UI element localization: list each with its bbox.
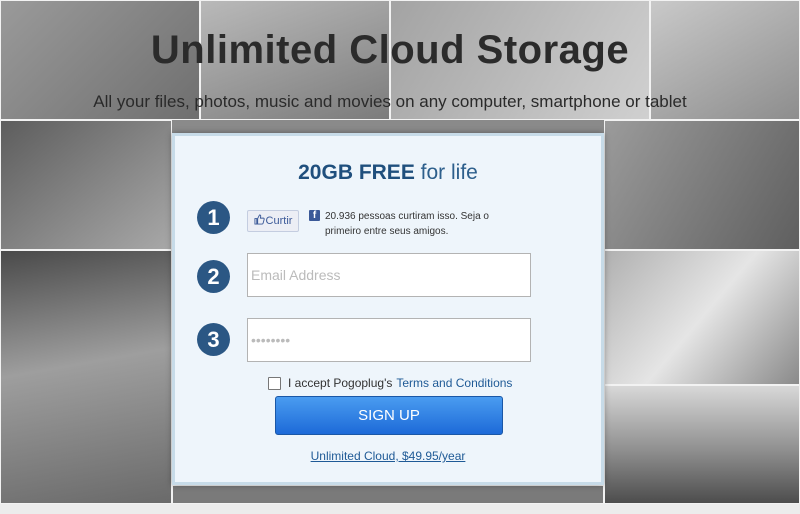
photo-tile: [0, 120, 172, 250]
bottom-strip: [0, 504, 800, 514]
terms-checkbox[interactable]: [268, 376, 281, 390]
photo-tile: [604, 250, 800, 385]
photo-tile: [0, 250, 172, 504]
photo-tile: [172, 485, 604, 504]
facebook-social-text: 20.936 pessoas curtiram isso. Seja o pri…: [325, 211, 489, 237]
page-title: Unlimited Cloud Storage: [150, 28, 630, 72]
facebook-icon: f: [309, 210, 320, 221]
signup-button[interactable]: SIGN UP: [275, 396, 503, 435]
photo-tile: [604, 120, 800, 250]
offer-emphasis: 20GB FREE: [298, 161, 415, 184]
step-1-badge: 1: [197, 201, 230, 234]
facebook-like-button[interactable]: Curtir: [247, 210, 299, 232]
terms-link[interactable]: Terms and Conditions: [396, 376, 512, 390]
terms-label: I accept Pogoplug's: [288, 376, 393, 390]
step-3-badge: 3: [197, 323, 230, 356]
offer-heading: 20GB FREE for life: [175, 161, 601, 185]
terms-row: I accept Pogoplug's Terms and Conditions: [268, 376, 512, 390]
like-label: Curtir: [265, 215, 293, 227]
photo-tile: [604, 385, 800, 504]
email-input[interactable]: [247, 253, 531, 297]
step-2-badge: 2: [197, 260, 230, 293]
unlimited-plan-link[interactable]: Unlimited Cloud, $49.95/year: [175, 449, 601, 463]
offer-rest: for life: [420, 161, 478, 184]
page-subtitle: All your files, photos, music and movies…: [93, 92, 687, 111]
signup-panel: 20GB FREE for life 1 2 3 Curtir f 20.936…: [172, 133, 604, 485]
thumbs-up-icon: [254, 214, 265, 228]
password-input[interactable]: [247, 318, 531, 362]
